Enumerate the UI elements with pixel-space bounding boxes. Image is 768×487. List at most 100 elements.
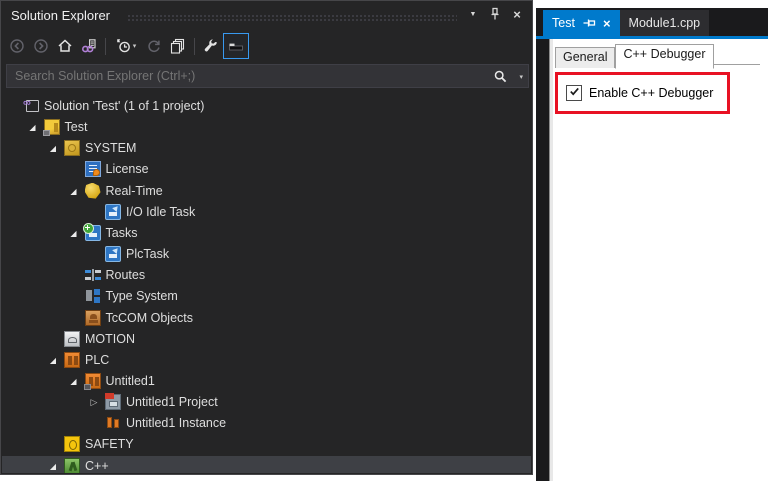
tree-item-label: License <box>105 162 149 177</box>
preview-selected-items-icon[interactable] <box>223 33 249 59</box>
tree-item-test[interactable]: ◢ Test <box>2 117 531 138</box>
tree-item-real-time[interactable]: ◢ Real-Time <box>2 181 531 202</box>
enable-cpp-debugger-label: Enable C++ Debugger <box>589 86 714 100</box>
solution-tree: Solution 'Test' (1 of 1 project) ◢ Test ◢ SY… <box>2 93 531 473</box>
tree-item-plc[interactable]: ◢ PLC <box>2 350 531 371</box>
solution-icon <box>23 97 39 112</box>
tree-item-untitled1-instance[interactable]: Untitled1 Instance <box>2 413 531 434</box>
cpp-icon <box>64 457 80 473</box>
tree-item-label: Solution 'Test' (1 of 1 project) <box>44 99 205 113</box>
tree-item-label: Tasks <box>105 225 138 240</box>
plus-badge-icon <box>82 222 94 234</box>
expand-arrow[interactable]: ◢ <box>46 138 60 159</box>
expand-arrow[interactable]: ◢ <box>67 223 81 244</box>
document-tab-bar: Test × Module1.cpp <box>543 10 710 36</box>
tab-general[interactable]: General <box>555 47 616 68</box>
tree-item-system[interactable]: ◢ SYSTEM <box>2 138 531 159</box>
tab-label: Test <box>552 16 575 30</box>
tccom-icon <box>84 309 101 326</box>
expand-arrow[interactable]: ◢ <box>46 456 60 473</box>
realtime-icon <box>84 182 101 199</box>
checkmark-icon <box>569 84 580 102</box>
pending-changes-filter-icon[interactable]: ▾ <box>110 34 142 58</box>
task-icon <box>105 246 121 263</box>
refresh-icon[interactable] <box>142 34 166 58</box>
tree-item-type-system[interactable]: Type System <box>2 286 531 307</box>
tree-item-c[interactable]: ◢ C++ <box>2 455 531 473</box>
tree-item-plctask[interactable]: PlcTask <box>2 244 531 265</box>
search-input[interactable] <box>7 65 528 87</box>
tree-item-solution-test-1-of-1-project[interactable]: Solution 'Test' (1 of 1 project) <box>2 96 531 117</box>
tree-item-label: Untitled1 <box>105 373 155 388</box>
plc-instance-icon <box>105 415 121 431</box>
tree-item-label: TcCOM Objects <box>105 310 194 325</box>
enable-cpp-debugger-checkbox[interactable] <box>566 85 582 101</box>
tree-item-label: Routes <box>105 268 146 283</box>
panel-title-buttons: ▼ × <box>464 5 526 23</box>
tree-item-untitled1[interactable]: ◢ Untitled1 <box>2 371 531 392</box>
title-drag-texture <box>127 14 457 23</box>
plc-icon <box>64 351 80 368</box>
tree-item-i-o-idle-task[interactable]: I/O Idle Task <box>2 202 531 223</box>
tree-item-license[interactable]: License <box>2 159 531 180</box>
system-icon <box>64 140 80 157</box>
search-icon <box>493 69 508 89</box>
toolbar-separator <box>194 37 195 55</box>
window-position-caret-icon[interactable]: ▼ <box>464 5 482 23</box>
pin-icon[interactable] <box>486 5 504 23</box>
tree-item-label: C++ <box>85 458 109 473</box>
expand-arrow[interactable]: ▷ <box>87 392 101 413</box>
solution-explorer-toolbar: ▾ <box>5 31 249 61</box>
pin-icon[interactable] <box>582 16 596 30</box>
expand-arrow[interactable]: ◢ <box>46 350 60 371</box>
tree-item-safety[interactable]: SAFETY <box>2 434 531 455</box>
dropdown-caret-icon[interactable]: ▾ <box>133 42 137 50</box>
panel-title: Solution Explorer <box>11 8 110 23</box>
tree-item-untitled1-project[interactable]: ▷ Untitled1 Project <box>2 392 531 413</box>
tc-project-icon <box>42 119 60 137</box>
home-icon[interactable] <box>53 34 77 58</box>
close-icon[interactable]: × <box>508 5 526 23</box>
tab-module1-cpp[interactable]: Module1.cpp <box>619 10 710 36</box>
motion-icon <box>64 330 80 347</box>
close-icon[interactable]: × <box>603 17 611 30</box>
plc-doc-icon <box>105 393 121 411</box>
tab-test[interactable]: Test × <box>543 10 620 36</box>
properties-icon[interactable] <box>199 34 223 58</box>
tab-label: Module1.cpp <box>628 16 701 30</box>
tasks-icon <box>82 222 101 241</box>
tree-item-label: I/O Idle Task <box>126 204 196 219</box>
safety-icon <box>64 436 80 453</box>
search-box: ▾ <box>6 64 529 88</box>
tree-item-label: Untitled1 Project <box>126 395 218 410</box>
property-tab-bar: General C++ Debugger <box>555 43 714 69</box>
tree-item-label: Test <box>64 120 88 135</box>
solution-explorer-panel: Solution Explorer ▼× ▾ ▾ Solution 'Test'… <box>0 0 533 475</box>
plc-project-icon <box>83 372 101 390</box>
tree-item-motion[interactable]: MOTION <box>2 329 531 350</box>
forward-icon[interactable] <box>29 34 53 58</box>
toolbar-separator <box>105 37 106 55</box>
tree-item-label: Untitled1 Instance <box>126 416 227 431</box>
document-content: General C++ Debugger Enable C++ Debugger <box>549 39 768 481</box>
tree-item-tasks[interactable]: ◢ Tasks <box>2 222 531 244</box>
expand-arrow[interactable]: ◢ <box>26 117 40 138</box>
search-options-caret-icon[interactable]: ▾ <box>519 73 523 81</box>
tree-item-routes[interactable]: Routes <box>2 265 531 286</box>
tree-item-label: PlcTask <box>126 247 170 262</box>
license-icon <box>84 161 101 178</box>
sync-with-active-document-icon[interactable] <box>77 34 101 58</box>
tree-item-label: PLC <box>85 352 110 367</box>
tree-item-label: Type System <box>105 289 178 304</box>
tree-item-label: SYSTEM <box>85 141 137 156</box>
routes-icon <box>84 267 101 284</box>
tab-c-debugger[interactable]: C++ Debugger <box>615 44 714 69</box>
expand-arrow[interactable]: ◢ <box>67 181 81 202</box>
tree-item-label: MOTION <box>85 331 135 346</box>
highlight-red-box: Enable C++ Debugger <box>555 72 730 114</box>
back-icon[interactable] <box>5 34 29 58</box>
tree-item-tccom-objects[interactable]: TcCOM Objects <box>2 308 531 329</box>
collapse-all-icon[interactable] <box>166 34 190 58</box>
expand-arrow[interactable]: ◢ <box>67 371 81 392</box>
tree-item-label: SAFETY <box>85 437 134 452</box>
